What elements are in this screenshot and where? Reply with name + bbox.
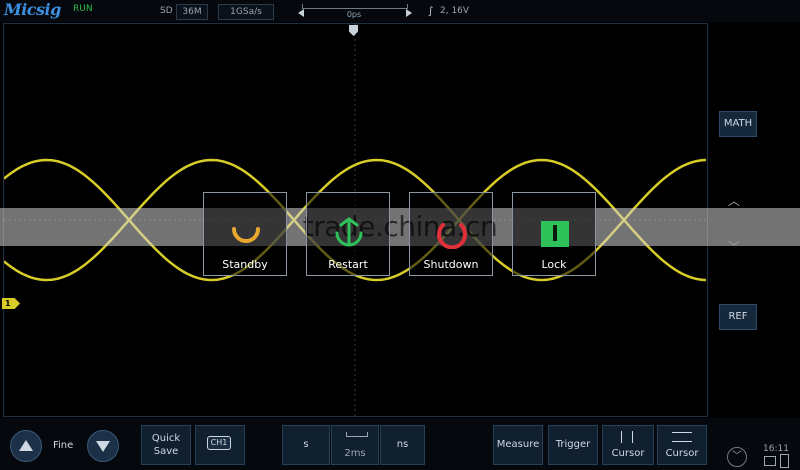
vertical-cursor-label: Cursor (611, 448, 645, 459)
trigger-button[interactable]: Trigger (548, 425, 598, 465)
vertical-cursor-icon (621, 431, 633, 443)
ch1-button[interactable]: CH1 (195, 425, 245, 465)
triangle-up-icon (19, 440, 33, 451)
standby-icon (232, 227, 260, 243)
system-clock: 16:11 (763, 444, 789, 454)
time-offset-control[interactable]: 0ps (298, 4, 412, 19)
fine-up-button[interactable] (10, 430, 42, 462)
horizontal-cursor-button[interactable]: Cursor (657, 425, 707, 465)
ref-button[interactable]: REF (719, 304, 757, 330)
run-status[interactable]: RUN (73, 4, 93, 14)
storage-mode: SD (160, 6, 173, 16)
trigger-info[interactable]: 2, 16V (440, 6, 469, 16)
quick-save-line1: Quick (151, 433, 181, 444)
usb-icon (764, 456, 776, 466)
chevron-up-icon[interactable]: ︿ (728, 192, 740, 209)
watermark-text: trade.china.cn (302, 210, 498, 243)
lock-icon (541, 221, 569, 247)
fine-label: Fine (53, 440, 74, 451)
time-position-bar (302, 4, 408, 9)
brand-logo: Micsig (4, 0, 61, 19)
sample-rate[interactable]: 1GSa/s (218, 4, 274, 20)
vertical-cursor-button[interactable]: Cursor (602, 425, 654, 465)
triangle-down-icon (96, 441, 110, 452)
chevron-down-circle-icon[interactable]: ﹀ (727, 447, 747, 467)
measure-button[interactable]: Measure (493, 425, 543, 465)
shutdown-label: Shutdown (423, 258, 479, 271)
time-offset: 0ps (346, 10, 362, 19)
rising-edge-icon: ∫ (428, 6, 434, 17)
standby-label: Standby (222, 258, 268, 271)
ch1-chip: CH1 (207, 436, 231, 450)
top-status-bar: Micsig RUN SD 36M 1GSa/s 0ps ∫ 2, 16V (0, 0, 800, 22)
math-button[interactable]: MATH (719, 111, 757, 137)
timebase-s-button[interactable]: s (282, 425, 330, 465)
timebase-ms-button[interactable]: 2ms (331, 425, 379, 465)
timebase-value: 2ms (344, 448, 366, 459)
ruler-icon (346, 432, 368, 437)
restart-button[interactable]: Restart (306, 192, 390, 276)
horizontal-cursor-label: Cursor (665, 448, 699, 459)
timebase-ns-button[interactable]: ns (380, 425, 425, 465)
lock-label: Lock (541, 258, 567, 271)
shutdown-button[interactable]: Shutdown (409, 192, 493, 276)
fine-down-button[interactable] (87, 430, 119, 462)
quick-save-button[interactable]: Quick Save (141, 425, 191, 465)
restart-label: Restart (328, 258, 368, 271)
standby-button[interactable]: Standby (203, 192, 287, 276)
quick-save-line2: Save (153, 446, 179, 457)
arrow-right-icon[interactable] (406, 9, 412, 17)
restart-icon (335, 217, 363, 247)
horizontal-cursor-icon (672, 432, 692, 442)
power-icon (437, 223, 467, 249)
battery-icon (780, 454, 789, 468)
memory-depth[interactable]: 36M (176, 4, 208, 20)
lock-button[interactable]: Lock (512, 192, 596, 276)
chevron-down-icon[interactable]: ﹀ (728, 238, 740, 255)
